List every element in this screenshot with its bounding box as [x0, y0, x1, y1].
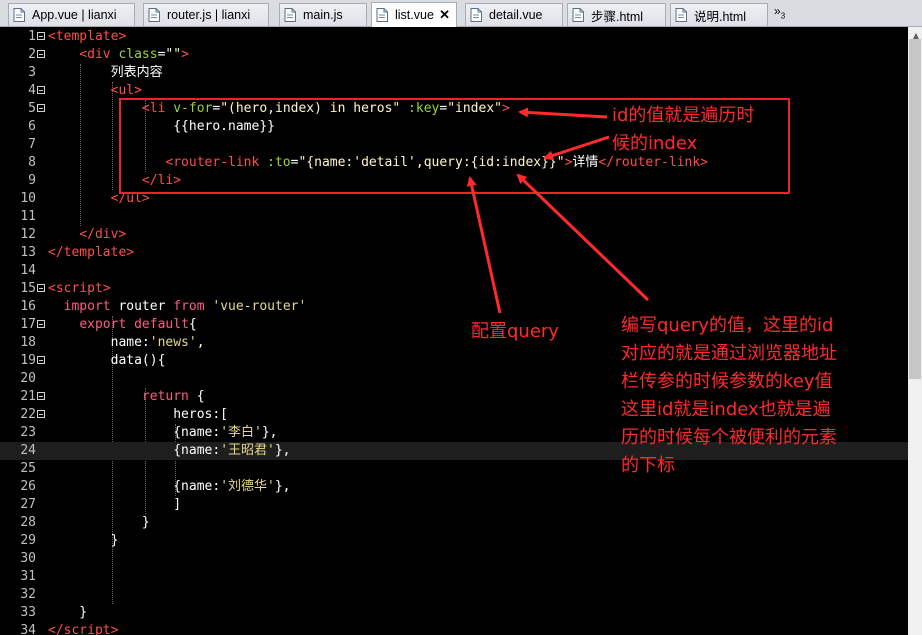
annotation-line: 这里id就是index也就是遍 — [621, 399, 831, 420]
annotation-line: 候的index — [612, 133, 698, 154]
annotation-key-note: id的值就是遍历时 候的index — [612, 102, 754, 158]
arrow-to-index — [543, 135, 610, 161]
annotation-line: 栏传参的时候参数的key值 — [621, 371, 833, 392]
arrow-to-query — [466, 176, 502, 314]
annotation-line: 的下标 — [621, 455, 675, 476]
arrow-to-id — [516, 173, 650, 302]
annotation-line: 对应的就是通过浏览器地址 — [621, 343, 837, 364]
annotation-line: 配置query — [471, 321, 559, 342]
annotation-explanation: 编写query的值，这里的id 对应的就是通过浏览器地址 栏传参的时候参数的ke… — [621, 312, 837, 480]
annotation-query-note: 配置query — [471, 318, 559, 346]
annotation-line: 编写query的值，这里的id — [621, 315, 834, 336]
annotation-line: id的值就是遍历时 — [612, 105, 755, 126]
annotation-line: 历的时候每个被便利的元素 — [621, 427, 837, 448]
arrow-to-key — [518, 107, 608, 119]
